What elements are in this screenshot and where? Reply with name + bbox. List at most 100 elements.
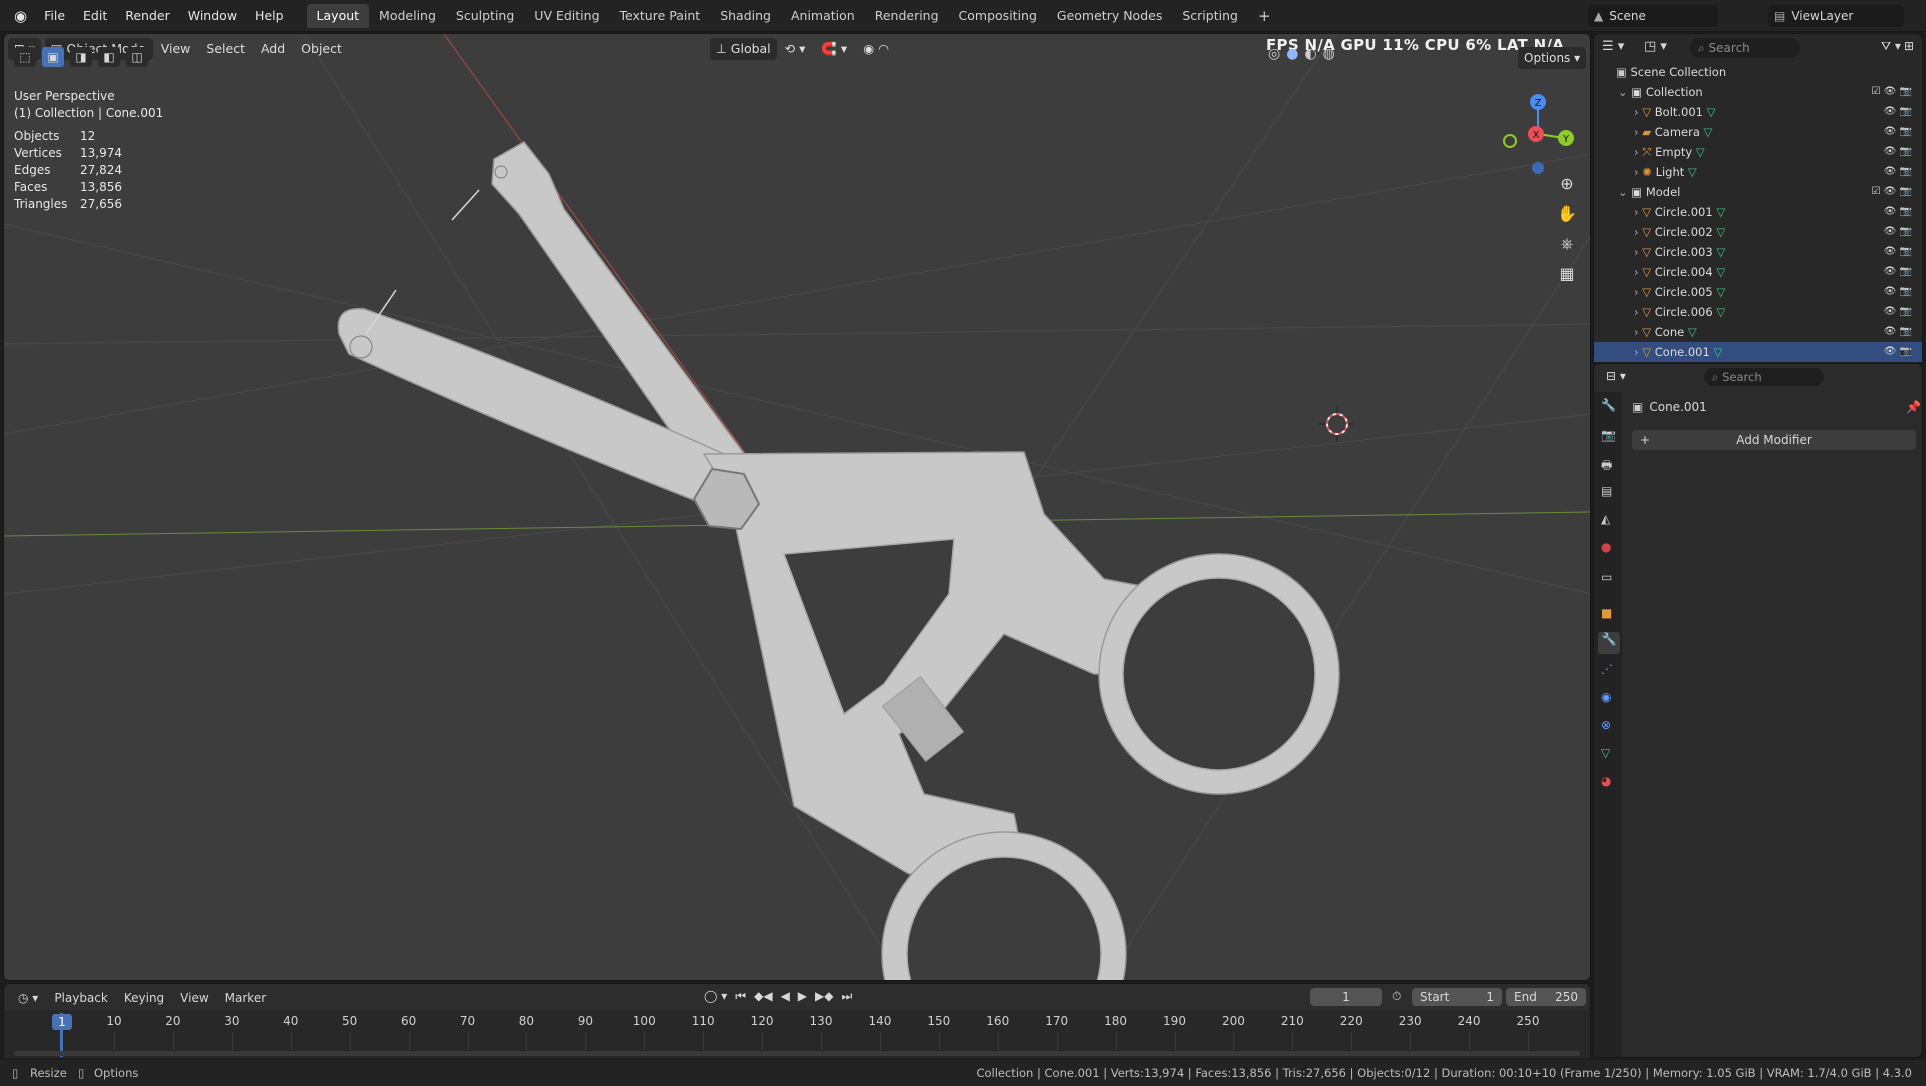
tab-texture-paint[interactable]: Texture Paint	[610, 4, 711, 28]
object-data-icon[interactable]: ▽	[1713, 245, 1725, 259]
visibility-toggle-icon[interactable]: 👁 📷	[1884, 282, 1912, 302]
end-frame-field[interactable]: End 250	[1506, 988, 1586, 1006]
tab-animation[interactable]: Animation	[781, 4, 865, 28]
view-layer-selector[interactable]: ▤ ViewLayer	[1768, 5, 1904, 27]
display-mode-icon[interactable]: ◳ ▾	[1644, 39, 1667, 54]
timeline-menu-view[interactable]: View	[172, 991, 216, 1005]
outliner-row-circle-004[interactable]: › ▽ Circle.004 ▽ 👁 📷	[1594, 262, 1922, 282]
camera-view-icon[interactable]: ⎈	[1553, 230, 1581, 258]
data-tab-icon[interactable]: ▽	[1601, 746, 1610, 760]
object-data-icon[interactable]: ▽	[1703, 105, 1716, 119]
outliner-row-circle-002[interactable]: › ▽ Circle.002 ▽ 👁 📷	[1594, 222, 1922, 242]
visibility-toggle-icon[interactable]: 👁 📷	[1884, 342, 1912, 362]
outliner-row-collection[interactable]: ⌄ ▣ Collection ☑ 👁 📷	[1594, 82, 1922, 102]
current-frame-field[interactable]: 1	[1310, 988, 1382, 1006]
visibility-toggle-icon[interactable]: 👁 📷	[1884, 242, 1912, 262]
visibility-toggle-icon[interactable]: 👁 📷	[1884, 222, 1912, 242]
timeline-menu-playback[interactable]: Playback	[46, 991, 116, 1005]
prev-keyframe-icon[interactable]: ◆◀	[754, 989, 772, 1004]
viewport-menu-object[interactable]: Object	[293, 38, 350, 60]
outliner-row-circle-005[interactable]: › ▽ Circle.005 ▽ 👁 📷	[1594, 282, 1922, 302]
chevron-down-icon[interactable]: ⌄	[1618, 85, 1631, 99]
select-extend-icon[interactable]: ◨	[70, 47, 92, 67]
outliner-row-circle-001[interactable]: › ▽ Circle.001 ▽ 👁 📷	[1594, 202, 1922, 222]
tab-modeling[interactable]: Modeling	[369, 4, 446, 28]
object-data-icon[interactable]: ▽	[1713, 285, 1725, 299]
menu-window[interactable]: Window	[179, 8, 246, 23]
navigation-gizmo[interactable]: Z Y X	[1494, 84, 1574, 174]
tool-tab-icon[interactable]: 🔧	[1601, 398, 1616, 412]
menu-help[interactable]: Help	[246, 8, 293, 23]
object-tab-icon[interactable]: ■	[1601, 606, 1612, 620]
scene-collection-row[interactable]: ▣ Scene Collection	[1594, 62, 1922, 82]
proportional-edit-icon[interactable]: ◉ ◠	[855, 38, 897, 60]
object-data-icon[interactable]: ▽	[1684, 325, 1697, 339]
timeline-editor-icon[interactable]: ◷ ▾	[10, 991, 46, 1005]
visibility-toggle-icon[interactable]: 👁 📷	[1884, 202, 1912, 222]
visibility-toggle-icon[interactable]: 👁 📷	[1884, 122, 1912, 142]
tab-compositing[interactable]: Compositing	[949, 4, 1047, 28]
outliner-row-light[interactable]: › ✺ Light ▽ 👁 📷	[1594, 162, 1922, 182]
visibility-toggle-icon[interactable]: 👁 📷	[1884, 162, 1912, 182]
tab-uv-editing[interactable]: UV Editing	[524, 4, 609, 28]
object-data-icon[interactable]: ▽	[1684, 165, 1697, 179]
constraints-tab-icon[interactable]: ⊗	[1601, 718, 1611, 732]
jump-start-icon[interactable]: ⏮	[735, 989, 746, 1004]
properties-search-input[interactable]: ⌕ Search	[1704, 368, 1824, 386]
new-collection-icon[interactable]: ⊞	[1904, 39, 1914, 53]
filter-icon[interactable]: ⛛ ▾	[1881, 39, 1901, 54]
timeline-menu-marker[interactable]: Marker	[217, 991, 274, 1005]
viewport-menu-add[interactable]: Add	[253, 38, 293, 60]
output-tab-icon[interactable]: 🖶	[1601, 456, 1612, 477]
menu-render[interactable]: Render	[116, 8, 179, 23]
object-data-icon[interactable]: ▽	[1713, 265, 1725, 279]
menu-edit[interactable]: Edit	[74, 8, 116, 23]
outliner-row-circle-003[interactable]: › ▽ Circle.003 ▽ 👁 📷	[1594, 242, 1922, 262]
viewport-menu-view[interactable]: View	[153, 38, 199, 60]
select-invert-icon[interactable]: ◫	[126, 47, 148, 67]
stopwatch-icon[interactable]: ⏱	[1392, 989, 1401, 1004]
tab-layout[interactable]: Layout	[306, 3, 370, 28]
outliner-editor-icon[interactable]: ☰ ▾	[1602, 39, 1624, 54]
tab-rendering[interactable]: Rendering	[865, 4, 949, 28]
play-icon[interactable]: ▶	[798, 989, 807, 1004]
outliner-row-bolt-001[interactable]: › ▽ Bolt.001 ▽ 👁 📷	[1594, 102, 1922, 122]
add-modifier-button[interactable]: + Add Modifier	[1632, 430, 1916, 450]
next-keyframe-icon[interactable]: ▶◆	[815, 989, 833, 1004]
view-layer-tab-icon[interactable]: ▤	[1601, 484, 1612, 498]
particles-tab-icon[interactable]: ⋰	[1601, 662, 1613, 676]
tab-scripting[interactable]: Scripting	[1172, 4, 1248, 28]
pan-hand-icon[interactable]: ✋	[1553, 200, 1581, 228]
render-tab-icon[interactable]: 📷	[1601, 428, 1616, 442]
pin-icon[interactable]: 📌	[1906, 400, 1921, 414]
visibility-toggle-icon[interactable]: 👁 📷	[1884, 262, 1912, 282]
scene-tab-icon[interactable]: ◭	[1601, 512, 1610, 526]
object-data-icon[interactable]: ▽	[1713, 225, 1725, 239]
world-tab-icon[interactable]: ●	[1601, 540, 1611, 554]
visibility-toggle-icon[interactable]: 👁 📷	[1884, 142, 1912, 162]
3d-viewport[interactable]: ⊞ ▾ ▣ Object Mode View Select Add Object…	[3, 33, 1591, 981]
pivot-point-icon[interactable]: ⟲ ▾	[777, 38, 814, 60]
tab-shading[interactable]: Shading	[710, 4, 781, 28]
jump-end-icon[interactable]: ⏭	[842, 989, 853, 1004]
wireframe-shading-icon[interactable]: ◎	[1268, 46, 1280, 62]
object-data-icon[interactable]: ▽	[1700, 125, 1713, 139]
outliner-row-empty[interactable]: › ⤧ Empty ▽ 👁 📷	[1594, 142, 1922, 162]
playhead-label[interactable]: 1	[52, 1014, 72, 1030]
timeline-scrollbar[interactable]	[14, 1051, 1580, 1056]
chevron-down-icon[interactable]: ⌄	[1618, 185, 1631, 199]
object-data-icon[interactable]: ▽	[1692, 145, 1705, 159]
solid-shading-icon[interactable]: ●	[1286, 46, 1298, 62]
outliner-row-cone[interactable]: › ▽ Cone ▽ 👁 📷	[1594, 322, 1922, 342]
visibility-toggle-icon[interactable]: 👁 📷	[1884, 302, 1912, 322]
menu-file[interactable]: File	[35, 8, 74, 23]
tab-sculpting[interactable]: Sculpting	[446, 4, 524, 28]
object-data-icon[interactable]: ▽	[1710, 345, 1722, 359]
properties-editor-icon[interactable]: ⊟ ▾	[1606, 369, 1626, 383]
outliner-row-circle-006[interactable]: › ▽ Circle.006 ▽ 👁 📷	[1594, 302, 1922, 322]
add-workspace-icon[interactable]: +	[1248, 4, 1281, 28]
collection-tab-icon[interactable]: ▭	[1601, 570, 1612, 584]
viewport-menu-select[interactable]: Select	[198, 38, 253, 60]
material-shading-icon[interactable]: ◐	[1304, 46, 1316, 62]
outliner-row-model[interactable]: ⌄ ▣ Model ☑ 👁 📷	[1594, 182, 1922, 202]
